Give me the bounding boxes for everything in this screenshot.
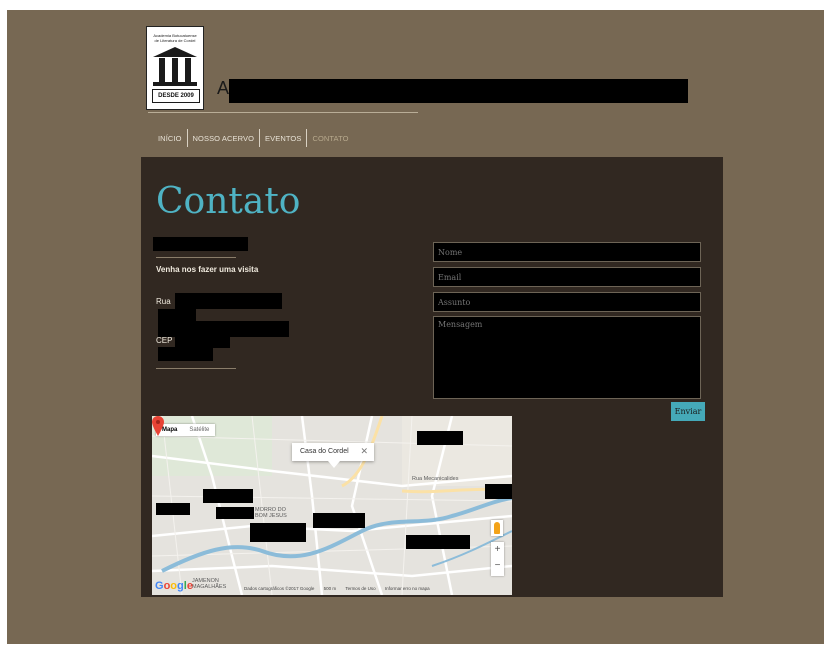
redaction-bar	[417, 431, 463, 445]
redaction-bar	[203, 489, 253, 503]
map-scale: 500 m	[323, 586, 337, 591]
street-view-pegman-icon[interactable]	[491, 520, 503, 536]
redaction-bar	[216, 507, 254, 519]
site-title: A	[217, 78, 230, 98]
redaction-bar	[175, 293, 282, 309]
logo-base-shape	[153, 82, 197, 86]
location-map[interactable]: Mapa Satélite Casa do Cordel ✕ MORRO DO …	[152, 416, 512, 595]
map-report-link[interactable]: Informar erro no mapa	[385, 586, 430, 591]
nav-item-acervo[interactable]: NOSSO ACERVO	[188, 134, 260, 143]
redaction-bar	[406, 535, 470, 549]
page-title: Contato	[156, 181, 301, 222]
section-divider	[156, 257, 236, 258]
logo-column-shape	[185, 58, 191, 82]
subject-field[interactable]	[433, 292, 701, 312]
section-divider	[156, 368, 236, 369]
map-street-label: Rua Mecanicalides	[412, 476, 459, 482]
send-button[interactable]: Enviar	[671, 402, 705, 421]
map-data-attribution: Dados cartográficos ©2017 Google	[244, 586, 315, 591]
content-panel: Contato Venha nos fazer uma visita Rua C…	[141, 157, 723, 597]
redaction-bar	[156, 503, 190, 515]
zoom-control: + −	[491, 542, 504, 576]
visit-heading: Venha nos fazer uma visita	[156, 265, 259, 274]
info-window-title: Casa do Cordel	[300, 448, 349, 455]
map-area-label: JAMENON MAGALHÃES	[192, 578, 227, 590]
header-divider	[148, 112, 418, 113]
main-nav: INÍCIO NOSSO ACERVO EVENTOS CONTATO	[153, 129, 354, 147]
zoom-in-button[interactable]: +	[491, 542, 504, 558]
logo-column-shape	[172, 58, 178, 82]
map-area-label: MORRO DO BOM JESUS	[255, 507, 287, 519]
map-info-window: Casa do Cordel ✕	[292, 443, 374, 468]
redaction-bar	[158, 347, 213, 361]
logo-column-shape	[159, 58, 165, 82]
redaction-bar	[485, 484, 512, 499]
map-terms-link[interactable]: Termos de Uso	[345, 586, 375, 591]
logo-since-label: DESDE 2009	[152, 89, 200, 103]
map-type-satellite[interactable]: Satélite	[183, 424, 215, 436]
email-field[interactable]	[433, 267, 701, 287]
redaction-bar	[153, 237, 248, 251]
google-logo[interactable]: Google	[155, 580, 193, 592]
map-footer: Dados cartográficos ©2017 Google 500 m T…	[244, 586, 438, 591]
logo-caption: Academia Botucatuense de Literatura de C…	[153, 33, 197, 43]
close-icon[interactable]: ✕	[360, 446, 368, 457]
redaction-bar	[250, 523, 306, 542]
map-pin-icon[interactable]	[152, 416, 164, 436]
info-window-tail	[328, 461, 340, 468]
zoom-out-button[interactable]: −	[491, 558, 504, 574]
nav-item-eventos[interactable]: EVENTOS	[260, 134, 306, 143]
redaction-bar	[229, 79, 688, 103]
name-field[interactable]	[433, 242, 701, 262]
site-logo[interactable]: Academia Botucatuense de Literatura de C…	[146, 26, 204, 110]
nav-item-contato[interactable]: CONTATO	[307, 134, 353, 143]
redaction-bar	[313, 513, 365, 528]
message-field[interactable]	[433, 316, 701, 399]
nav-item-inicio[interactable]: INÍCIO	[153, 134, 187, 143]
address-street-label: Rua	[156, 297, 171, 306]
logo-roof-shape	[153, 47, 197, 57]
address-cep-label: CEP	[156, 336, 173, 345]
map-type-control: Mapa Satélite	[156, 424, 216, 436]
